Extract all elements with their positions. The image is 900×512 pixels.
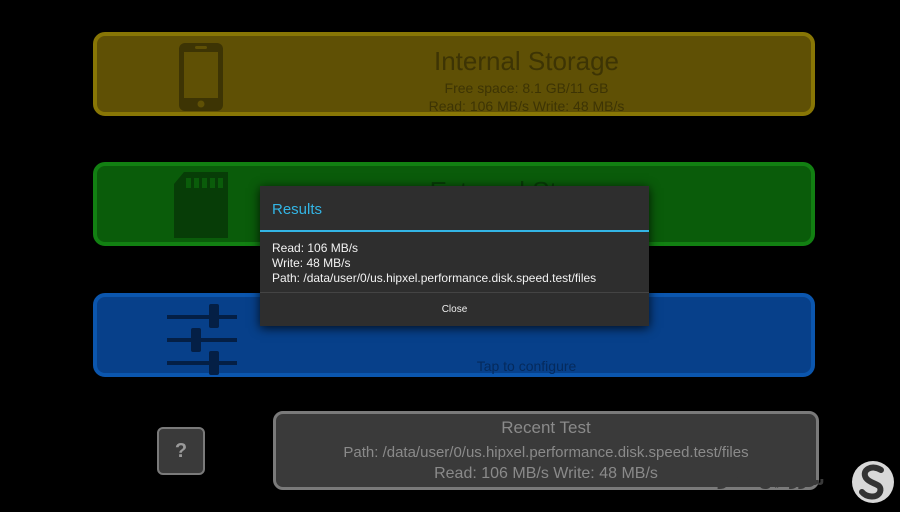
dialog-path: Path: /data/user/0/us.hipxel.performance…	[272, 271, 597, 285]
dialog-title-divider	[260, 230, 649, 232]
dialog-body: Read: 106 MB/s Write: 48 MB/s Path: /dat…	[272, 241, 596, 286]
modal-overlay: Results Read: 106 MB/s Write: 48 MB/s Pa…	[0, 0, 900, 512]
dialog-title: Results	[272, 201, 323, 218]
dialog-write: Write: 48 MB/s	[272, 256, 351, 270]
results-dialog: Results Read: 106 MB/s Write: 48 MB/s Pa…	[260, 186, 649, 326]
close-button[interactable]: Close	[260, 293, 649, 326]
dialog-read: Read: 106 MB/s	[272, 241, 359, 255]
